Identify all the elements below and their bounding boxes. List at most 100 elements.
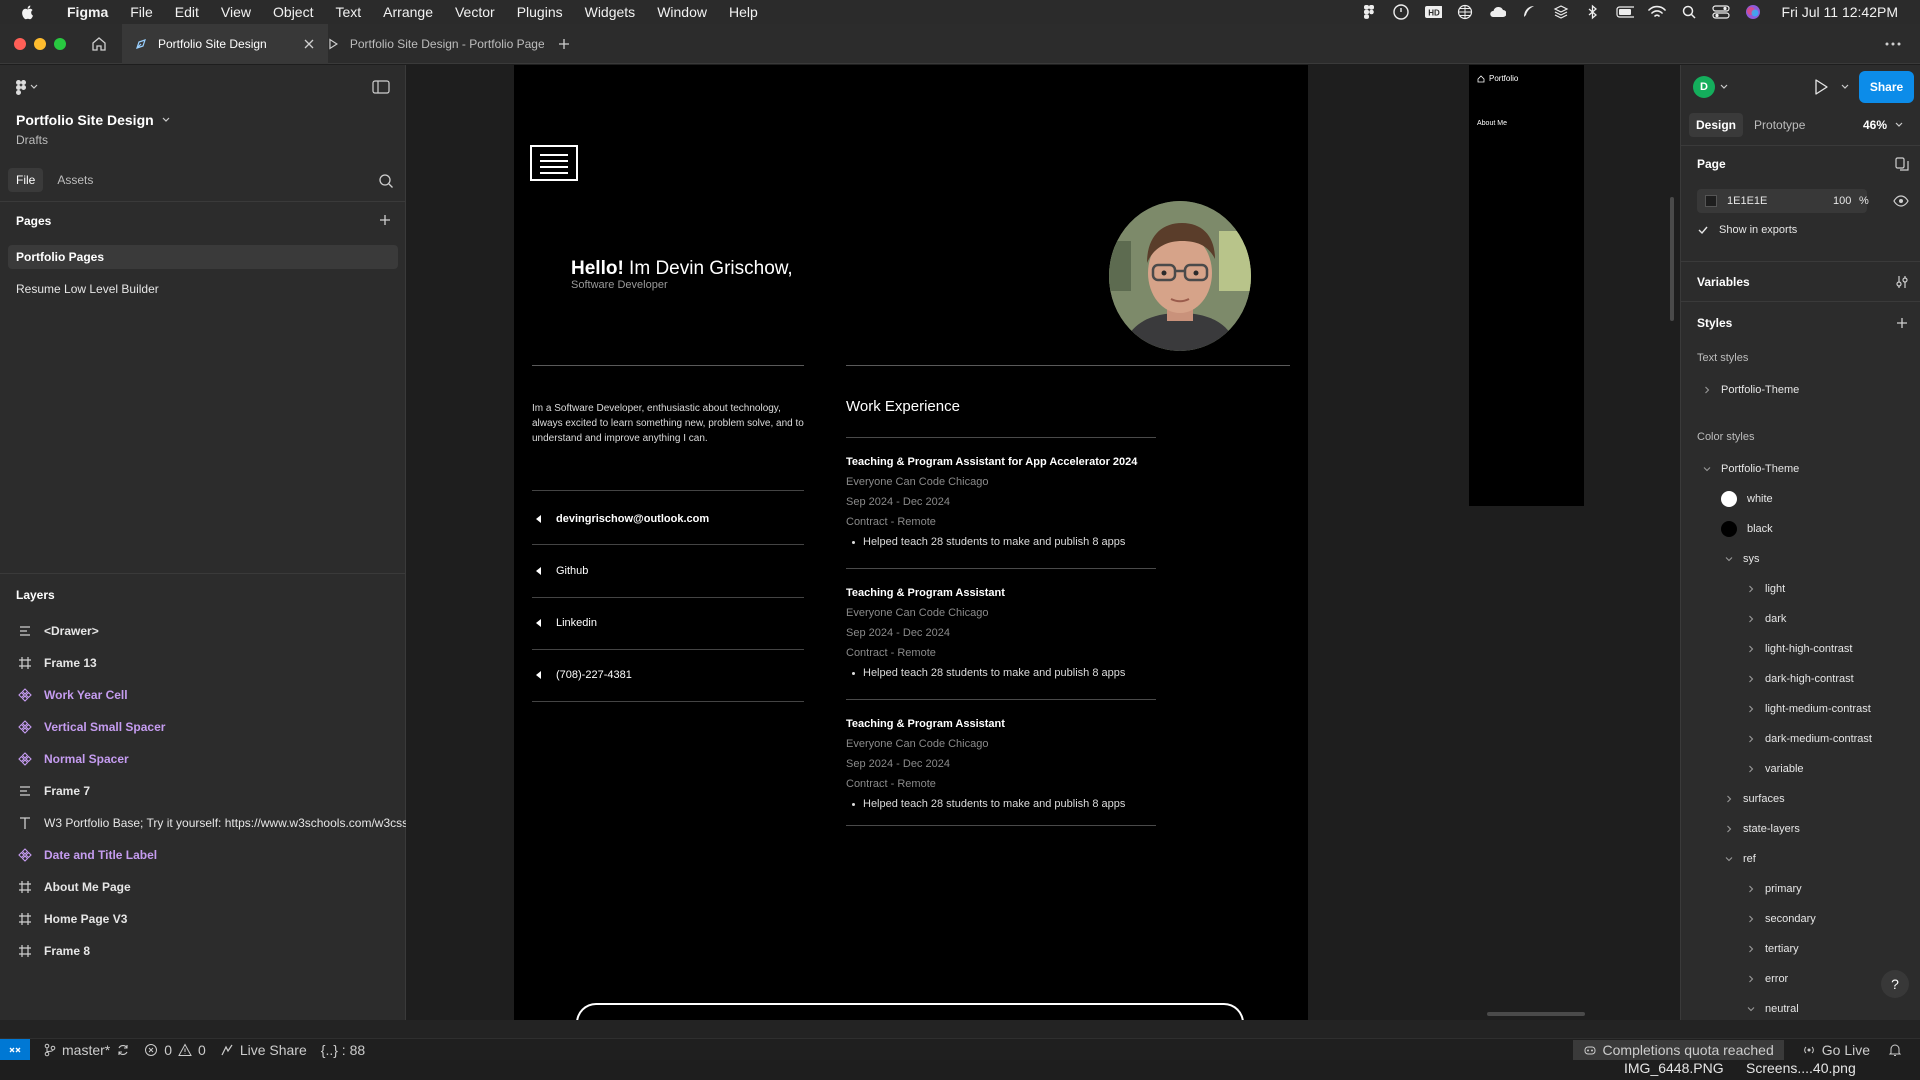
spotlight-search-icon[interactable] <box>1680 5 1698 19</box>
page-item-resume-low-level-builder[interactable]: Resume Low Level Builder <box>8 277 398 301</box>
layer-home-page-v3[interactable]: Home Page V3 <box>0 903 406 935</box>
page-item-portfolio-pages[interactable]: Portfolio Pages <box>8 245 398 269</box>
color-style-group-portfolio-theme[interactable]: Portfolio-Theme <box>1681 459 1920 479</box>
show-in-exports-checkbox[interactable]: Show in exports <box>1697 224 1797 236</box>
selection-status[interactable]: {..} : 88 <box>321 1042 365 1058</box>
color-group-dark[interactable]: dark <box>1681 609 1920 629</box>
globe-grid-icon[interactable] <box>1456 4 1474 20</box>
color-style-black[interactable]: black <box>1681 519 1920 539</box>
text-style-group-portfolio-theme[interactable]: Portfolio-Theme <box>1681 380 1920 400</box>
siri-icon[interactable] <box>1744 5 1762 19</box>
layer-vertical-small-spacer[interactable]: Vertical Small Spacer <box>0 711 406 743</box>
design-canvas[interactable]: Hello! Im Devin Grischow, Software Devel… <box>407 65 1679 1020</box>
add-style-plus-icon[interactable] <box>1895 316 1909 330</box>
chevron-down-icon[interactable] <box>1720 84 1728 90</box>
profile-photo[interactable] <box>1109 201 1251 351</box>
zoom-dropdown[interactable]: 46% <box>1863 118 1903 132</box>
menu-view[interactable]: View <box>210 0 262 24</box>
close-window-button[interactable] <box>14 38 26 50</box>
bio-paragraph[interactable]: Im a Software Developer, enthusiastic ab… <box>532 401 804 446</box>
color-style-white[interactable]: white <box>1681 489 1920 509</box>
notifications-bell-icon[interactable] <box>1888 1043 1902 1057</box>
page-fill-field[interactable]: 1E1E1E 100 % <box>1697 189 1869 213</box>
eye-visibility-icon[interactable] <box>1893 194 1909 208</box>
chevron-down-icon[interactable] <box>1841 84 1849 90</box>
layer-work-year-cell[interactable]: Work Year Cell <box>0 679 406 711</box>
drawer-about-link[interactable]: About Me <box>1477 120 1507 127</box>
hd-icon[interactable]: HD <box>1424 5 1442 19</box>
drawer-frame[interactable]: Portfolio About Me <box>1469 65 1584 506</box>
home-page-frame[interactable]: Hello! Im Devin Grischow, Software Devel… <box>514 65 1308 1020</box>
feather-icon[interactable] <box>1520 5 1538 19</box>
tab-portfolio-site-design[interactable]: Portfolio Site Design <box>122 24 328 64</box>
fill-hex[interactable]: 1E1E1E <box>1727 195 1767 207</box>
search-icon[interactable] <box>378 173 394 189</box>
layer-frame-7[interactable]: Frame 7 <box>0 775 406 807</box>
color-group-light-high-contrast[interactable]: light-high-contrast <box>1681 639 1920 659</box>
menubar-clock[interactable]: Fri Jul 11 12:42PM <box>1782 4 1898 20</box>
work-item[interactable]: Teaching & Program Assistant for App Acc… <box>846 456 1156 548</box>
desktop-file-screenshot[interactable]: Screens....40.png <box>1746 1060 1856 1076</box>
tab-design[interactable]: Design <box>1689 113 1744 137</box>
color-group-ref[interactable]: ref <box>1681 849 1920 869</box>
tab-portfolio-pages-prototype[interactable]: Portfolio Site Design - Portfolio Pages <box>312 24 544 64</box>
layer-drawer[interactable]: <Drawer> <box>0 615 406 647</box>
file-location[interactable]: Drafts <box>16 133 48 147</box>
battery-icon[interactable] <box>1615 5 1634 19</box>
layer-frame-13[interactable]: Frame 13 <box>0 647 406 679</box>
sidebar-toggle-icon[interactable] <box>372 79 390 95</box>
color-group-dark-medium-contrast[interactable]: dark-medium-contrast <box>1681 729 1920 749</box>
color-group-variable[interactable]: variable <box>1681 759 1920 779</box>
zoom-window-button[interactable] <box>54 38 66 50</box>
contact-linkedin[interactable]: Linkedin <box>532 597 804 649</box>
user-avatar[interactable]: D <box>1693 76 1715 98</box>
horizontal-scrollbar[interactable] <box>1487 1012 1585 1016</box>
fill-swatch[interactable] <box>1705 195 1717 207</box>
layers-tray-icon[interactable] <box>1552 5 1570 19</box>
color-group-secondary[interactable]: secondary <box>1681 909 1920 929</box>
wifi-icon[interactable] <box>1647 5 1666 19</box>
contact-email[interactable]: devingrischow@outlook.com <box>532 493 804 545</box>
layer-normal-spacer[interactable]: Normal Spacer <box>0 743 406 775</box>
remote-indicator[interactable] <box>0 1038 30 1061</box>
work-experience-heading[interactable]: Work Experience <box>846 398 960 415</box>
menu-window[interactable]: Window <box>646 0 718 24</box>
menu-plugins[interactable]: Plugins <box>506 0 574 24</box>
copilot-quota-status[interactable]: Completions quota reached <box>1572 1040 1784 1060</box>
tab-file[interactable]: File <box>8 168 44 192</box>
more-options-icon[interactable] <box>1884 36 1902 52</box>
menu-vector[interactable]: Vector <box>444 0 506 24</box>
power-timer-icon[interactable] <box>1392 4 1410 20</box>
layer-w3-portfolio-base-text[interactable]: W3 Portfolio Base; Try it yourself: http… <box>0 807 406 839</box>
menu-help[interactable]: Help <box>718 0 769 24</box>
cloud-icon[interactable] <box>1488 5 1506 19</box>
drawer-home-link[interactable]: Portfolio <box>1477 74 1518 83</box>
layer-frame-8[interactable]: Frame 8 <box>0 935 406 967</box>
fill-opacity[interactable]: 100 <box>1833 195 1851 207</box>
menu-text[interactable]: Text <box>324 0 372 24</box>
color-group-sys[interactable]: sys <box>1681 549 1920 569</box>
problems-status[interactable]: 0 0 <box>144 1042 206 1058</box>
variables-settings-icon[interactable] <box>1895 275 1909 289</box>
contact-github[interactable]: Github <box>532 545 804 597</box>
desktop-file-img-6448[interactable]: IMG_6448.PNG <box>1624 1060 1724 1076</box>
live-share-status[interactable]: Live Share <box>220 1042 307 1058</box>
work-item[interactable]: Teaching & Program Assistant Everyone Ca… <box>846 587 1156 679</box>
tab-assets[interactable]: Assets <box>49 168 101 192</box>
menu-file[interactable]: File <box>119 0 164 24</box>
color-group-tertiary[interactable]: tertiary <box>1681 939 1920 959</box>
layer-date-and-title-label[interactable]: Date and Title Label <box>0 839 406 871</box>
hero-greeting[interactable]: Hello! Im Devin Grischow, <box>571 258 793 280</box>
menu-arrange[interactable]: Arrange <box>372 0 444 24</box>
hero-role[interactable]: Software Developer <box>571 279 668 291</box>
menu-object[interactable]: Object <box>262 0 324 24</box>
work-item[interactable]: Teaching & Program Assistant Everyone Ca… <box>846 718 1156 810</box>
menu-app-figma[interactable]: Figma <box>56 0 119 24</box>
color-group-dark-high-contrast[interactable]: dark-high-contrast <box>1681 669 1920 689</box>
new-tab-plus-icon[interactable] <box>556 36 572 52</box>
contact-phone[interactable]: (708)-227-4381 <box>532 649 804 701</box>
share-button[interactable]: Share <box>1859 71 1914 103</box>
figma-tray-icon[interactable] <box>1360 5 1378 19</box>
help-button[interactable]: ? <box>1881 970 1909 998</box>
hamburger-menu-icon[interactable] <box>530 145 578 181</box>
